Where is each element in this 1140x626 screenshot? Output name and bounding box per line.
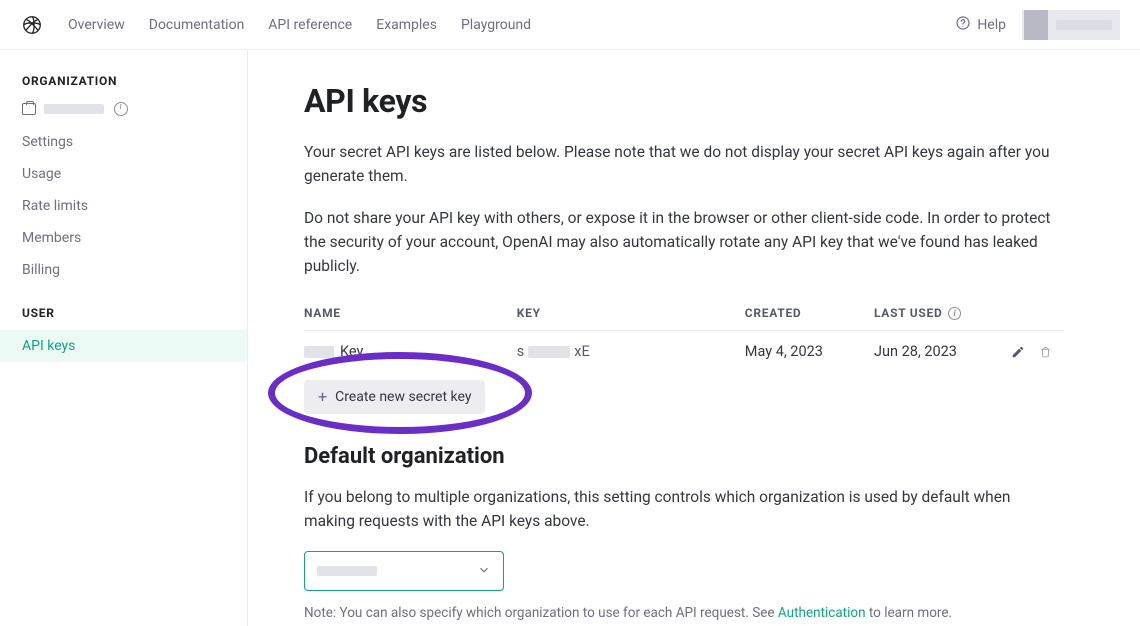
default-org-note: Note: You can also specify which organiz… bbox=[304, 605, 1084, 621]
sidebar-header-organization: ORGANIZATION bbox=[0, 74, 247, 98]
key-last-used: Jun 28, 2023 bbox=[874, 331, 1003, 373]
col-key: KEY bbox=[517, 296, 745, 331]
sidebar-item-billing[interactable]: Billing bbox=[0, 254, 247, 286]
account-name-redacted bbox=[1056, 20, 1112, 30]
help-link[interactable]: Help bbox=[955, 15, 1006, 35]
authentication-link[interactable]: Authentication bbox=[778, 605, 866, 621]
openai-logo-icon bbox=[20, 13, 44, 37]
info-icon: i bbox=[948, 307, 961, 320]
help-icon bbox=[955, 15, 971, 35]
sidebar-item-api-keys[interactable]: API keys bbox=[0, 330, 247, 362]
org-name-redacted bbox=[44, 104, 104, 114]
main-content: API keys Your secret API keys are listed… bbox=[248, 50, 1140, 626]
default-org-paragraph: If you belong to multiple organizations,… bbox=[304, 485, 1064, 533]
trash-icon bbox=[1039, 345, 1052, 359]
key-value-redacted bbox=[528, 346, 570, 358]
selected-org-redacted bbox=[317, 566, 377, 576]
nav-link-examples[interactable]: Examples bbox=[376, 17, 437, 33]
key-name-redacted bbox=[304, 346, 334, 358]
col-last-used: LAST USED i bbox=[874, 296, 1003, 331]
plus-icon: + bbox=[318, 389, 327, 405]
create-secret-key-button[interactable]: + Create new secret key bbox=[304, 380, 485, 414]
nav-link-playground[interactable]: Playground bbox=[461, 17, 531, 33]
default-org-select[interactable] bbox=[304, 551, 504, 591]
briefcase-icon bbox=[22, 103, 36, 115]
key-created: May 4, 2023 bbox=[745, 331, 874, 373]
nav-link-api-reference[interactable]: API reference bbox=[268, 17, 352, 33]
col-name: NAME bbox=[304, 296, 517, 331]
key-suffix: xE bbox=[574, 343, 589, 360]
default-org-heading: Default organization bbox=[304, 444, 1084, 469]
intro-paragraph-1: Your secret API keys are listed below. P… bbox=[304, 140, 1064, 188]
chevron-down-icon bbox=[477, 562, 491, 581]
create-button-label: Create new secret key bbox=[335, 389, 471, 405]
table-row: Key s xE May 4, 2023 Jun 28, 2023 bbox=[304, 331, 1064, 373]
sidebar-header-user: USER bbox=[0, 306, 247, 330]
sidebar: ORGANIZATION Settings Usage Rate limits … bbox=[0, 50, 248, 626]
avatar bbox=[1024, 10, 1048, 40]
nav-link-overview[interactable]: Overview bbox=[68, 17, 125, 33]
page-title: API keys bbox=[304, 82, 1084, 120]
col-created: CREATED bbox=[745, 296, 874, 331]
sidebar-item-rate-limits[interactable]: Rate limits bbox=[0, 190, 247, 222]
nav-links: Overview Documentation API reference Exa… bbox=[68, 17, 531, 33]
pencil-icon bbox=[1011, 345, 1025, 359]
edit-key-button[interactable] bbox=[1011, 345, 1025, 359]
delete-key-button[interactable] bbox=[1039, 345, 1052, 359]
intro-paragraph-2: Do not share your API key with others, o… bbox=[304, 206, 1064, 278]
key-prefix: s bbox=[517, 343, 524, 360]
key-name-suffix: Key bbox=[340, 343, 363, 360]
account-menu[interactable] bbox=[1022, 10, 1120, 40]
top-nav: Overview Documentation API reference Exa… bbox=[0, 0, 1140, 50]
sidebar-org-selector[interactable] bbox=[0, 98, 247, 126]
help-label: Help bbox=[977, 17, 1006, 33]
sidebar-item-usage[interactable]: Usage bbox=[0, 158, 247, 190]
nav-link-documentation[interactable]: Documentation bbox=[149, 17, 245, 33]
sidebar-item-members[interactable]: Members bbox=[0, 222, 247, 254]
api-keys-table: NAME KEY CREATED LAST USED i bbox=[304, 296, 1064, 372]
info-icon bbox=[114, 102, 128, 116]
sidebar-item-settings[interactable]: Settings bbox=[0, 126, 247, 158]
